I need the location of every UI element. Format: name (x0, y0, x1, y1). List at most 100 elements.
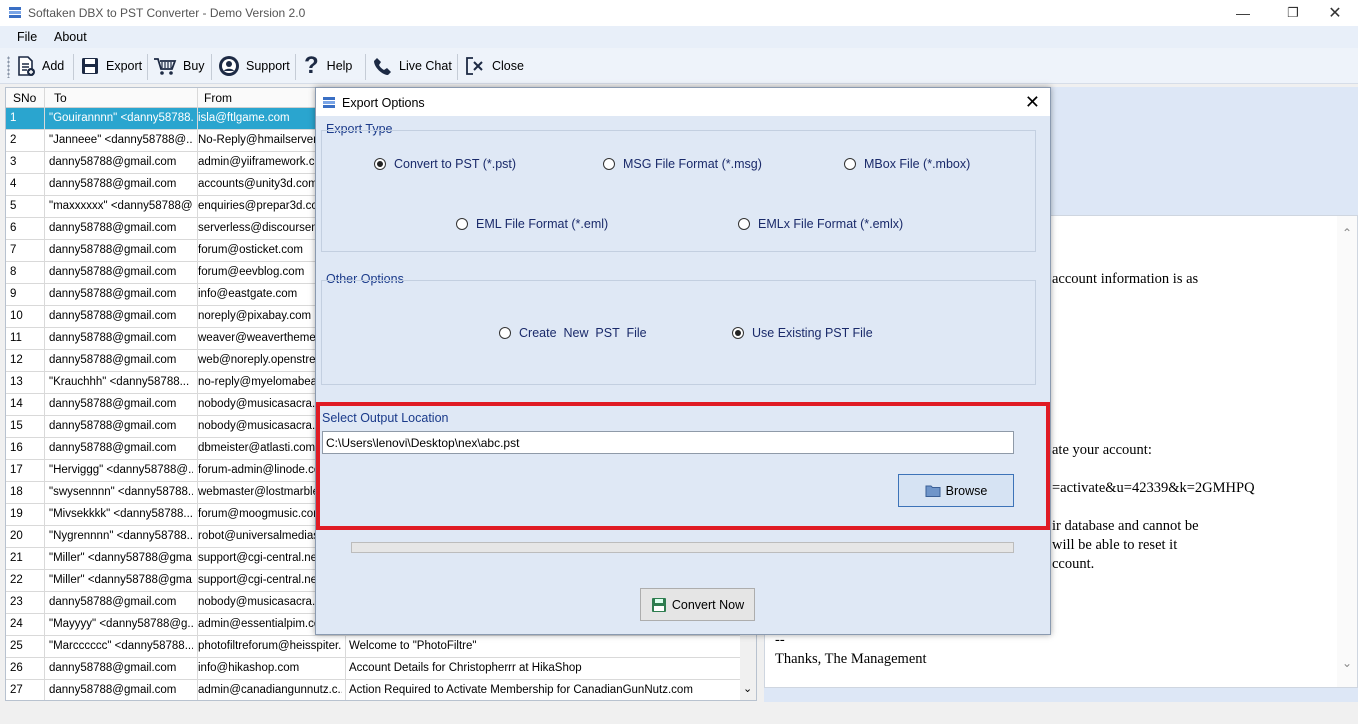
radio-create-new[interactable]: Create New PST File (499, 326, 647, 340)
export-button[interactable]: Export (80, 51, 142, 81)
cell-to: danny58788@gmail.com (49, 266, 177, 278)
help-button[interactable]: ? Help (304, 51, 352, 81)
cell-to: "Janneee" <danny58788@... (49, 134, 193, 146)
close-icon: ✕ (1328, 5, 1342, 22)
radio-use-existing[interactable]: Use Existing PST File (732, 326, 873, 340)
chevron-down-icon[interactable]: ⌄ (1342, 656, 1352, 670)
preview-line: ccount. (1052, 556, 1095, 572)
output-path-input[interactable] (322, 431, 1014, 454)
column-divider (44, 88, 45, 700)
cell-to: danny58788@gmail.com (49, 288, 177, 300)
cell-to: danny58788@gmail.com (49, 354, 177, 366)
live-chat-button[interactable]: Live Chat (373, 51, 452, 81)
dialog-title-bar: Export Options ✕ (316, 88, 1050, 116)
preview-line: account information is as (1052, 271, 1199, 287)
cell-from: admin@canadiangunnutz.c... (198, 684, 342, 696)
minimize-button[interactable]: — (1220, 2, 1266, 24)
preview-line: =activate&u=42339&k=2GMHPQ (1052, 480, 1255, 496)
chevron-up-icon[interactable]: ⌃ (1342, 226, 1352, 240)
convert-now-label: Convert Now (671, 597, 745, 612)
cell-sno: 17 (10, 464, 23, 476)
preview-line: will be able to reset it (1052, 537, 1178, 553)
table-row[interactable]: 25 "Marcccccc" <danny58788... photofiltref… (6, 636, 742, 658)
table-row[interactable]: 27 danny58788@gmail.com admin@canadiangunn… (6, 680, 742, 700)
cell-sno: 26 (10, 662, 23, 674)
cell-sno: 18 (10, 486, 23, 498)
support-label: Support (246, 59, 290, 73)
toolbar-separator (457, 54, 458, 80)
preview-scrollbar[interactable]: ⌃ ⌄ (1337, 216, 1357, 687)
radio-pst[interactable]: Convert to PST (*.pst) (374, 157, 516, 171)
buy-button[interactable]: Buy (153, 51, 205, 81)
radio-icon (499, 327, 511, 339)
cell-sno: 21 (10, 552, 23, 564)
header-sno[interactable]: SNo (13, 91, 36, 105)
cell-to: danny58788@gmail.com (49, 178, 177, 190)
menu-about[interactable]: About (54, 30, 87, 44)
cell-sno: 16 (10, 442, 23, 454)
cell-sno: 8 (10, 266, 17, 278)
cell-to: "Miller" <danny58788@gma... (49, 574, 193, 586)
column-divider (197, 88, 198, 700)
dialog-close-icon[interactable]: ✕ (1025, 92, 1040, 113)
cell-to: danny58788@gmail.com (49, 310, 177, 322)
cell-sno: 25 (10, 640, 23, 652)
toolbar: Add Export Buy Support ? Help Live Chat (0, 48, 1358, 84)
header-to[interactable]: To (54, 91, 67, 105)
support-button[interactable]: Support (218, 51, 290, 81)
radio-eml[interactable]: EML File Format (*.eml) (456, 217, 608, 231)
radio-msg[interactable]: MSG File Format (*.msg) (603, 157, 762, 171)
app-window: Softaken DBX to PST Converter - Demo Ver… (0, 0, 1358, 724)
convert-now-button[interactable]: Convert Now (640, 588, 755, 621)
radio-mbox-label: MBox File (*.mbox) (864, 157, 971, 171)
export-label: Export (106, 59, 143, 73)
dialog-title: Export Options (342, 96, 425, 110)
cell-to: "Marcccccc" <danny58788... (49, 640, 193, 652)
close-button[interactable]: Close (464, 51, 524, 81)
cell-sno: 22 (10, 574, 23, 586)
output-location-label: Select Output Location (322, 411, 449, 425)
radio-emlx[interactable]: EMLx File Format (*.emlx) (738, 217, 903, 231)
save-disk-icon (82, 58, 98, 74)
cell-sno: 13 (10, 376, 23, 388)
cell-to: "maxxxxxx" <danny58788@... (49, 200, 193, 212)
header-from[interactable]: From (204, 91, 232, 105)
toolbar-separator (211, 54, 212, 80)
cell-from: info@hikashop.com (198, 662, 300, 674)
cell-sno: 20 (10, 530, 23, 542)
cell-to: danny58788@gmail.com (49, 332, 177, 344)
cell-sno: 1 (10, 112, 17, 124)
cell-sno: 6 (10, 222, 17, 234)
radio-msg-label: MSG File Format (*.msg) (623, 157, 762, 171)
cell-to: danny58788@gmail.com (49, 684, 177, 696)
cell-to: "Nygrennnn" <danny58788... (49, 530, 193, 542)
add-label: Add (42, 59, 65, 73)
cell-sno: 19 (10, 508, 23, 520)
cell-sno: 23 (10, 596, 23, 608)
cell-to: "Krauchhh" <danny58788... (49, 376, 190, 388)
add-button[interactable]: Add (16, 51, 64, 81)
browse-label: Browse (945, 483, 988, 498)
window-title: Softaken DBX to PST Converter - Demo Ver… (28, 6, 306, 20)
browse-button[interactable]: Browse (898, 474, 1014, 507)
close-window-button[interactable]: ✕ (1312, 2, 1358, 24)
radio-emlx-label: EMLx File Format (*.emlx) (758, 217, 904, 231)
cell-to: danny58788@gmail.com (49, 662, 177, 674)
maximize-button[interactable]: ❐ (1270, 2, 1316, 24)
cell-sno: 5 (10, 200, 17, 212)
menu-bar: File About (0, 26, 1358, 48)
cell-to: danny58788@gmail.com (49, 156, 177, 168)
radio-mbox[interactable]: MBox File (*.mbox) (844, 157, 970, 171)
phone-icon (374, 58, 391, 75)
cell-sno: 24 (10, 618, 23, 630)
support-headset-icon (219, 56, 239, 76)
table-row[interactable]: 26 danny58788@gmail.com info@hikashop.com A… (6, 658, 742, 680)
menu-file[interactable]: File (17, 30, 37, 44)
cell-sno: 9 (10, 288, 17, 300)
radio-use-existing-label: Use Existing PST File (752, 326, 873, 340)
cell-sno: 12 (10, 354, 23, 366)
cell-to: danny58788@gmail.com (49, 442, 177, 454)
radio-eml-label: EML File Format (*.eml) (476, 217, 609, 231)
cell-from: photofiltreforum@heisspiter.... (198, 640, 342, 652)
chevron-down-icon[interactable]: ⌄ (743, 682, 752, 695)
